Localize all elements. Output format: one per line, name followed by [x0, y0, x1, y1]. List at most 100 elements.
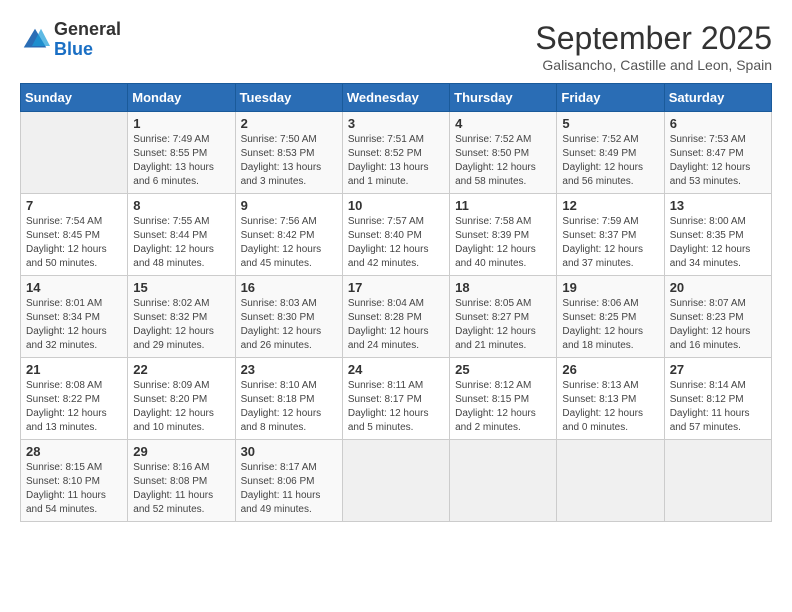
day-cell: 29Sunrise: 8:16 AM Sunset: 8:08 PM Dayli…	[128, 440, 235, 522]
day-number: 11	[455, 198, 551, 213]
day-number: 5	[562, 116, 658, 131]
day-info: Sunrise: 7:53 AM Sunset: 8:47 PM Dayligh…	[670, 133, 766, 189]
day-info: Sunrise: 8:05 AM Sunset: 8:27 PM Dayligh…	[455, 297, 551, 353]
day-number: 15	[133, 280, 229, 295]
day-info: Sunrise: 8:07 AM Sunset: 8:23 PM Dayligh…	[670, 297, 766, 353]
day-cell: 30 Sunrise: 8:17 AM Sunset: 8:06 PM Dayli…	[235, 440, 342, 522]
day-cell: 15 Sunrise: 8:02 AM Sunset: 8:32 PM Dayli…	[128, 276, 235, 358]
logo: General Blue	[20, 20, 121, 60]
week-row-4: 21 Sunrise: 8:08 AM Sunset: 8:22 PM Dayli…	[21, 358, 772, 440]
day-number: 28	[26, 444, 122, 459]
week-row-5: 28 Sunrise: 8:15 AM Sunset: 8:10 PM Dayli…	[21, 440, 772, 522]
day-cell: 26 Sunrise: 8:13 AM Sunset: 8:13 PM Dayli…	[557, 358, 664, 440]
day-number: 13	[670, 198, 766, 213]
day-cell: 10 Sunrise: 7:57 AM Sunset: 8:40 PM Dayli…	[342, 194, 449, 276]
day-cell: 21 Sunrise: 8:08 AM Sunset: 8:22 PM Dayli…	[21, 358, 128, 440]
day-cell: 9Sunrise: 7:56 AM Sunset: 8:42 PM Daylig…	[235, 194, 342, 276]
day-number: 26	[562, 362, 658, 377]
day-cell: 4 Sunrise: 7:52 AM Sunset: 8:50 PM Daylig…	[450, 112, 557, 194]
day-info: Sunrise: 8:15 AM Sunset: 8:10 PM Dayligh…	[26, 461, 122, 517]
day-cell: 24Sunrise: 8:11 AM Sunset: 8:17 PM Dayli…	[342, 358, 449, 440]
day-number: 22	[133, 362, 229, 377]
location: Galisancho, Castille and Leon, Spain	[535, 57, 772, 73]
day-number: 18	[455, 280, 551, 295]
day-cell: 17 Sunrise: 8:04 AM Sunset: 8:28 PM Dayli…	[342, 276, 449, 358]
day-number: 20	[670, 280, 766, 295]
logo-text: General Blue	[54, 20, 121, 60]
day-cell: 12 Sunrise: 7:59 AM Sunset: 8:37 PM Dayli…	[557, 194, 664, 276]
weekday-header-saturday: Saturday	[664, 84, 771, 112]
day-cell	[450, 440, 557, 522]
day-number: 23	[241, 362, 337, 377]
day-info: Sunrise: 8:00 AM Sunset: 8:35 PM Dayligh…	[670, 215, 766, 271]
day-info: Sunrise: 7:52 AM Sunset: 8:50 PM Dayligh…	[455, 133, 551, 189]
day-number: 4	[455, 116, 551, 131]
day-number: 6	[670, 116, 766, 131]
day-number: 16	[241, 280, 337, 295]
day-info: Sunrise: 8:02 AM Sunset: 8:32 PM Dayligh…	[133, 297, 229, 353]
day-cell: 7Sunrise: 7:54 AM Sunset: 8:45 PM Daylig…	[21, 194, 128, 276]
day-cell	[342, 440, 449, 522]
day-number: 21	[26, 362, 122, 377]
day-cell: 14Sunrise: 8:01 AM Sunset: 8:34 PM Dayli…	[21, 276, 128, 358]
day-number: 19	[562, 280, 658, 295]
day-number: 30	[241, 444, 337, 459]
weekday-header-monday: Monday	[128, 84, 235, 112]
day-info: Sunrise: 7:57 AM Sunset: 8:40 PM Dayligh…	[348, 215, 444, 271]
weekday-header-tuesday: Tuesday	[235, 84, 342, 112]
day-number: 1	[133, 116, 229, 131]
weekday-header-friday: Friday	[557, 84, 664, 112]
day-cell: 16 Sunrise: 8:03 AM Sunset: 8:30 PM Dayli…	[235, 276, 342, 358]
day-cell: 5 Sunrise: 7:52 AM Sunset: 8:49 PM Daylig…	[557, 112, 664, 194]
day-number: 14	[26, 280, 122, 295]
day-info: Sunrise: 8:13 AM Sunset: 8:13 PM Dayligh…	[562, 379, 658, 435]
day-info: Sunrise: 8:08 AM Sunset: 8:22 PM Dayligh…	[26, 379, 122, 435]
day-cell: 1 Sunrise: 7:49 AM Sunset: 8:55 PM Daylig…	[128, 112, 235, 194]
day-cell: 18 Sunrise: 8:05 AM Sunset: 8:27 PM Dayli…	[450, 276, 557, 358]
day-cell: 27 Sunrise: 8:14 AM Sunset: 8:12 PM Dayli…	[664, 358, 771, 440]
week-row-2: 7Sunrise: 7:54 AM Sunset: 8:45 PM Daylig…	[21, 194, 772, 276]
day-info: Sunrise: 8:17 AM Sunset: 8:06 PM Dayligh…	[241, 461, 337, 517]
day-info: Sunrise: 8:12 AM Sunset: 8:15 PM Dayligh…	[455, 379, 551, 435]
day-cell	[21, 112, 128, 194]
weekday-header-row: SundayMondayTuesdayWednesdayThursdayFrid…	[21, 84, 772, 112]
day-number: 17	[348, 280, 444, 295]
day-number: 12	[562, 198, 658, 213]
day-info: Sunrise: 8:04 AM Sunset: 8:28 PM Dayligh…	[348, 297, 444, 353]
day-number: 10	[348, 198, 444, 213]
day-cell: 2Sunrise: 7:50 AM Sunset: 8:53 PM Daylig…	[235, 112, 342, 194]
logo-general: General	[54, 19, 121, 39]
day-info: Sunrise: 7:52 AM Sunset: 8:49 PM Dayligh…	[562, 133, 658, 189]
day-cell: 19 Sunrise: 8:06 AM Sunset: 8:25 PM Dayli…	[557, 276, 664, 358]
day-cell: 23 Sunrise: 8:10 AM Sunset: 8:18 PM Dayli…	[235, 358, 342, 440]
day-info: Sunrise: 8:06 AM Sunset: 8:25 PM Dayligh…	[562, 297, 658, 353]
day-number: 3	[348, 116, 444, 131]
day-info: Sunrise: 7:49 AM Sunset: 8:55 PM Dayligh…	[133, 133, 229, 189]
page-header: General Blue September 2025 Galisancho, …	[20, 20, 772, 73]
week-row-3: 14Sunrise: 8:01 AM Sunset: 8:34 PM Dayli…	[21, 276, 772, 358]
day-info: Sunrise: 8:03 AM Sunset: 8:30 PM Dayligh…	[241, 297, 337, 353]
day-number: 8	[133, 198, 229, 213]
day-info: Sunrise: 8:09 AM Sunset: 8:20 PM Dayligh…	[133, 379, 229, 435]
logo-blue: Blue	[54, 39, 93, 59]
day-cell: 11 Sunrise: 7:58 AM Sunset: 8:39 PM Dayli…	[450, 194, 557, 276]
logo-icon	[20, 25, 50, 55]
day-cell: 25 Sunrise: 8:12 AM Sunset: 8:15 PM Dayli…	[450, 358, 557, 440]
day-cell: 28 Sunrise: 8:15 AM Sunset: 8:10 PM Dayli…	[21, 440, 128, 522]
weekday-header-wednesday: Wednesday	[342, 84, 449, 112]
day-number: 25	[455, 362, 551, 377]
day-info: Sunrise: 7:58 AM Sunset: 8:39 PM Dayligh…	[455, 215, 551, 271]
day-number: 24	[348, 362, 444, 377]
calendar-table: SundayMondayTuesdayWednesdayThursdayFrid…	[20, 83, 772, 522]
day-number: 27	[670, 362, 766, 377]
weekday-header-thursday: Thursday	[450, 84, 557, 112]
title-block: September 2025 Galisancho, Castille and …	[535, 20, 772, 73]
day-info: Sunrise: 8:10 AM Sunset: 8:18 PM Dayligh…	[241, 379, 337, 435]
day-number: 29	[133, 444, 229, 459]
day-info: Sunrise: 7:51 AM Sunset: 8:52 PM Dayligh…	[348, 133, 444, 189]
day-cell: 8Sunrise: 7:55 AM Sunset: 8:44 PM Daylig…	[128, 194, 235, 276]
day-cell: 13 Sunrise: 8:00 AM Sunset: 8:35 PM Dayli…	[664, 194, 771, 276]
weekday-header-sunday: Sunday	[21, 84, 128, 112]
day-info: Sunrise: 7:59 AM Sunset: 8:37 PM Dayligh…	[562, 215, 658, 271]
day-info: Sunrise: 8:14 AM Sunset: 8:12 PM Dayligh…	[670, 379, 766, 435]
